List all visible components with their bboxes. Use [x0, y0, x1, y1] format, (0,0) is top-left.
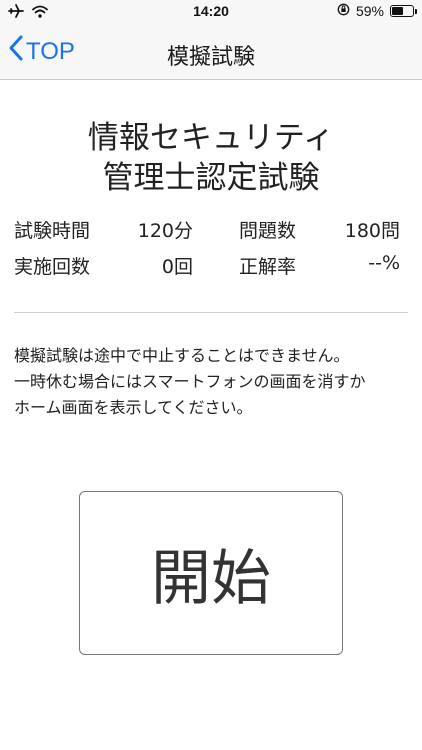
- stat-value: 180問: [344, 220, 400, 242]
- divider: [14, 312, 408, 313]
- stats-row: 実施回数 0回 正解率 --%: [14, 252, 400, 288]
- stats-row: 試験時間 120分 問題数 180問: [14, 216, 400, 252]
- battery-level: [392, 7, 403, 15]
- nav-title: 模擬試験: [166, 45, 255, 70]
- status-bar: 14:20 59%: [0, 0, 422, 24]
- stat-label: 実施回数: [14, 256, 91, 278]
- stat-value: --%: [368, 252, 400, 274]
- notice-line: ホーム画面を表示してください。: [14, 398, 253, 417]
- exam-title-line1: 情報セキュリティ: [87, 120, 335, 156]
- exam-stats: 試験時間 120分 問題数 180問 実施回数 0回 正解率 --%: [14, 216, 400, 288]
- notice-line: 一時休む場合にはスマートフォンの画面を消すか: [14, 372, 366, 391]
- notice-text: 模擬試験は途中で中止することはできません。 一時休む場合にはスマートフォンの画面…: [14, 343, 408, 421]
- stat-value: 120分: [137, 220, 193, 242]
- notice-line: 模擬試験は途中で中止することはできません。: [14, 346, 350, 365]
- stat-value: 0回: [161, 256, 193, 278]
- stat-label: 問題数: [239, 220, 297, 242]
- exam-title-line2: 管理士認定試験: [102, 160, 320, 196]
- exam-title: 情報セキュリティ 管理士認定試験: [0, 118, 422, 198]
- status-right: 59%: [337, 3, 417, 19]
- stat-label: 正解率: [239, 256, 297, 278]
- orientation-lock-icon: [337, 3, 350, 19]
- nav-bar: TOP 模擬試験: [0, 24, 422, 80]
- battery-percent: 59%: [355, 3, 384, 19]
- start-button[interactable]: 開始: [79, 491, 343, 655]
- stat-label: 試験時間: [14, 220, 91, 242]
- start-label: 開始: [151, 543, 271, 614]
- battery-icon: [390, 5, 417, 17]
